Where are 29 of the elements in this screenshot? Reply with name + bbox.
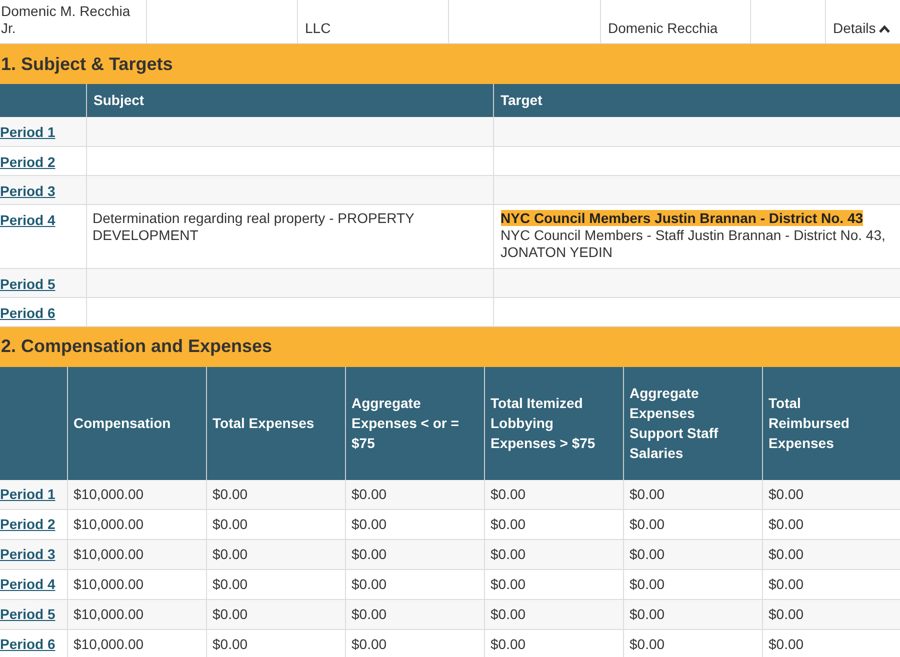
period-link[interactable]: Period 5 bbox=[0, 606, 56, 622]
period-link[interactable]: Period 2 bbox=[0, 154, 56, 170]
period-link[interactable]: Period 1 bbox=[0, 486, 56, 502]
table-cell: $0.00 bbox=[762, 630, 900, 657]
period-link[interactable]: Period 4 bbox=[0, 212, 56, 228]
section-header: 2. Compensation and Expenses bbox=[0, 326, 900, 366]
cell-text: LLC bbox=[305, 20, 332, 37]
cell-text: Domenic M. Recchia bbox=[1, 3, 132, 20]
cell-text: Jr. bbox=[1, 20, 17, 37]
target-text: NYC Council Members - Staff Justin Brannan - District No. 43, JONATON YEDIN bbox=[500, 226, 886, 260]
period-link[interactable]: Period 1 bbox=[0, 124, 56, 140]
subject-text: Determination regarding real property - PROPERTY DEVELOPMENT bbox=[92, 210, 414, 242]
period-link[interactable]: Period 3 bbox=[0, 182, 56, 198]
highlighted-target: NYC Council Members Justin Brannan - District No. 43 bbox=[500, 210, 864, 226]
cell-text: Domenic Recchia bbox=[608, 20, 719, 37]
table-cell: $0.00 bbox=[484, 630, 623, 657]
period-link[interactable]: Period 4 bbox=[0, 576, 56, 592]
hide-details-button[interactable]: Details bbox=[833, 20, 899, 37]
table-cell: $0.00 bbox=[206, 630, 345, 657]
period-link[interactable]: Period 6 bbox=[0, 304, 56, 320]
table-cell: $0.00 bbox=[345, 630, 484, 657]
period-link[interactable]: Period 6 bbox=[0, 636, 56, 652]
section-header: 1. Subject & Targets bbox=[0, 44, 900, 84]
table-cell: $0.00 bbox=[623, 630, 762, 657]
table-cell: $10,000.00 bbox=[67, 630, 206, 657]
period-link[interactable]: Period 2 bbox=[0, 516, 56, 532]
period-link[interactable]: Period 3 bbox=[0, 546, 56, 562]
period-link[interactable]: Period 5 bbox=[0, 276, 56, 292]
chevron-up-icon bbox=[878, 24, 890, 32]
